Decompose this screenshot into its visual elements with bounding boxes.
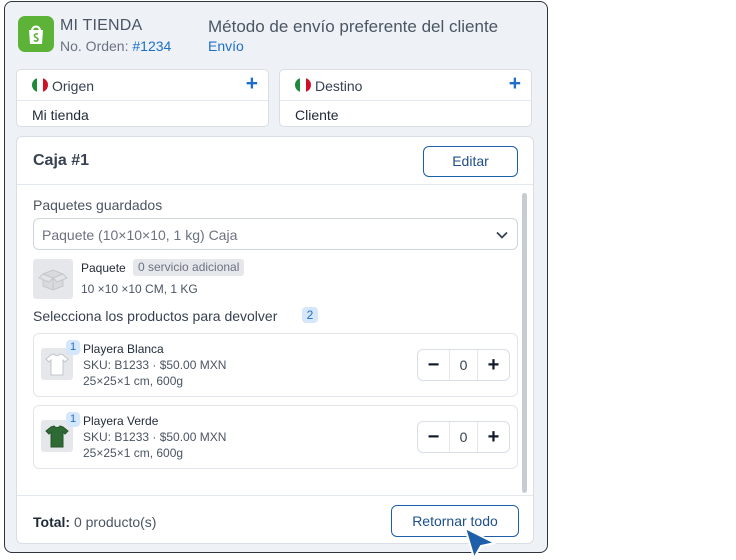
select-products-label: Selecciona los productos para devolver xyxy=(33,308,278,324)
origin-value: Mi tienda xyxy=(32,107,89,123)
origin-title: Origen xyxy=(52,78,95,94)
return-all-button[interactable]: Retornar todo xyxy=(391,505,519,537)
plus-icon[interactable]: + xyxy=(478,422,509,452)
origin-card-header: Origen + xyxy=(17,70,268,101)
panel-header: MI TIENDA No. Orden: #1234 Método de env… xyxy=(5,2,547,64)
box-card: Caja #1 Editar Paquetes guardados Paquet… xyxy=(16,136,534,544)
additional-service-badge: 0 servicio adicional xyxy=(133,259,245,276)
list-item: 1 Playera Verde SKU: B1233 · $50.00 MXN … xyxy=(33,405,518,469)
store-name: MI TIENDA xyxy=(60,17,143,34)
saved-packages-label: Paquetes guardados xyxy=(33,197,163,213)
package-select[interactable]: Paquete (10×10×10, 1 kg) Caja xyxy=(33,218,518,250)
plus-icon[interactable]: + xyxy=(478,350,509,380)
shipping-method-panel: MI TIENDA No. Orden: #1234 Método de env… xyxy=(4,1,548,553)
destination-title: Destino xyxy=(315,78,363,94)
order-number: No. Orden: #1234 xyxy=(60,38,171,54)
package-select-value: Paquete (10×10×10, 1 kg) Caja xyxy=(42,227,238,243)
package-dimensions: 10 ×10 ×10 CM, 1 KG xyxy=(81,282,198,296)
total-label: Total: xyxy=(33,514,71,530)
quantity-badge: 1 xyxy=(66,412,80,427)
mexico-flag-icon xyxy=(32,78,48,92)
quantity-value[interactable]: 0 xyxy=(449,350,478,380)
divider xyxy=(17,184,533,185)
shipping-method-type[interactable]: Envío xyxy=(208,38,244,54)
destination-value: Cliente xyxy=(295,107,339,123)
product-sku-price: SKU: B1233 · $50.00 MXN xyxy=(83,358,227,372)
products-count-badge: 2 xyxy=(302,307,318,323)
divider xyxy=(17,495,533,496)
quantity-badge: 1 xyxy=(66,340,80,355)
list-item: 1 Playera Blanca SKU: B1233 · $50.00 MXN… xyxy=(33,333,518,397)
mexico-flag-icon xyxy=(295,78,311,92)
total-summary: Total: 0 producto(s) xyxy=(33,514,156,530)
minus-icon[interactable]: − xyxy=(418,350,449,380)
order-number-link[interactable]: #1234 xyxy=(132,38,171,54)
destination-card: Destino + Cliente xyxy=(279,69,532,127)
add-origin-plus-icon[interactable]: + xyxy=(246,73,258,95)
quantity-stepper: − 0 + xyxy=(417,349,510,381)
shipping-method-title: Método de envío preferente del cliente xyxy=(208,17,499,36)
total-value: 0 producto(s) xyxy=(73,514,157,530)
package-name: Paquete xyxy=(81,261,126,275)
origin-card: Origen + Mi tienda xyxy=(16,69,269,127)
minus-icon[interactable]: − xyxy=(418,422,449,452)
quantity-stepper: − 0 + xyxy=(417,421,510,453)
add-destination-plus-icon[interactable]: + xyxy=(509,73,521,95)
product-name: Playera Blanca xyxy=(83,342,164,356)
package-box-icon xyxy=(33,259,73,299)
product-dimensions: 25×25×1 cm, 600g xyxy=(83,446,184,460)
edit-button[interactable]: Editar xyxy=(423,146,518,177)
chevron-down-icon xyxy=(495,228,509,247)
mouse-cursor-icon xyxy=(462,526,498,560)
quantity-value[interactable]: 0 xyxy=(449,422,478,452)
product-name: Playera Verde xyxy=(83,414,159,428)
box-title: Caja #1 xyxy=(33,152,90,169)
scrollbar[interactable] xyxy=(522,193,527,493)
order-label: No. Orden: xyxy=(60,38,129,54)
shopify-bag-icon xyxy=(18,16,54,52)
destination-card-header: Destino + xyxy=(280,70,531,101)
product-sku-price: SKU: B1233 · $50.00 MXN xyxy=(83,430,227,444)
product-dimensions: 25×25×1 cm, 600g xyxy=(83,374,184,388)
